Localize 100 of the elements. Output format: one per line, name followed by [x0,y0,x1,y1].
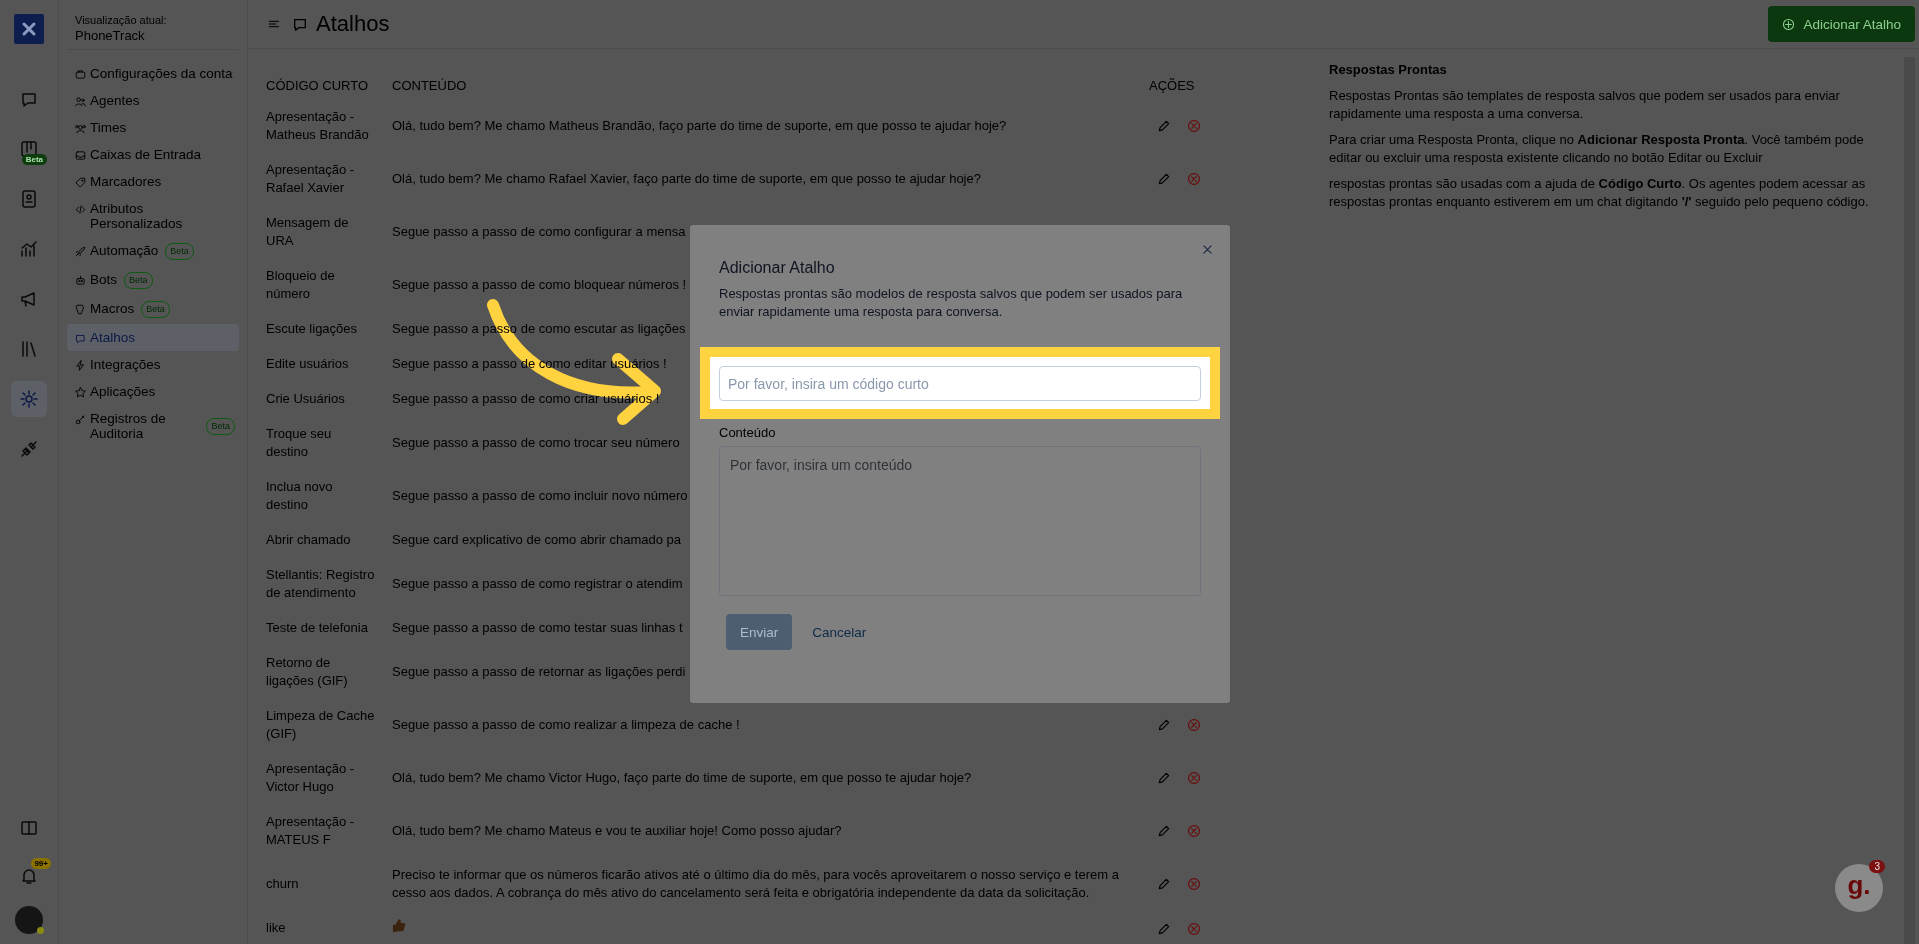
sidebar-item[interactable]: Marcadores [67,168,239,195]
edit-icon[interactable] [1157,172,1171,187]
sidebar-item[interactable]: Agentes [67,87,239,114]
delete-icon[interactable] [1187,771,1201,786]
text-area[interactable]: Por favor, insira um conteúdo [719,446,1201,596]
edit-icon[interactable] [1157,877,1171,892]
briefcase-icon [75,69,86,80]
table-cell-text: like [265,919,287,937]
table-cell-text: Bloqueio de número [265,266,336,303]
item-label: Times [90,120,127,135]
edit-icon[interactable] [1157,921,1171,936]
sidebar-item[interactable]: Configurações da conta [67,60,239,87]
count-badge: 3 [1869,860,1885,873]
widget-logo: g. [1847,872,1871,898]
item-label: Caixas de Entrada [90,147,202,162]
content-text: Olá, tudo bem? Me chamo Rafael Xavier, faço parte do time de suporte, em que posso te ajudar hoje? [392,170,981,186]
sidebar-item[interactable]: Macros Beta [67,295,239,324]
star-icon [75,387,86,398]
logo[interactable] [14,14,44,44]
bell-icon[interactable] [20,867,38,885]
chat-icon [75,333,86,344]
table-cell-text: Crie Usuários [265,389,346,408]
edit-icon[interactable] [1157,119,1171,134]
page-title: Atalhos [316,11,390,37]
table-cell-text: Apresentação - Matheus Brandão [265,107,370,144]
sidebar-item[interactable]: Atalhos [67,324,239,351]
close-icon[interactable] [1201,243,1214,256]
count-badge: 99+ [31,858,51,869]
avatar[interactable] [15,906,43,934]
content-text: Olá, tudo bem? Me chamo Victor Hugo, faço parte do time de suporte, em que posso te ajudar hoje? [392,769,972,785]
delete-icon[interactable] [1187,877,1201,892]
sidebar-item[interactable]: Automação Beta [67,237,239,266]
beta-badge: Beta [141,301,170,318]
menu-icon[interactable] [268,18,280,30]
content-text: Olá, tudo bem? Me chamo Mateus e vou te auxiliar hoje! Como posso ajudar? [392,822,842,838]
table-cell-text: churn [265,874,300,893]
content-text: Segue passo a passo de retornar as ligações perdi [392,663,686,679]
delete-icon[interactable] [1187,172,1201,187]
edit-icon[interactable] [1157,718,1171,733]
status-dot [37,927,44,934]
edit-icon[interactable] [1157,771,1171,786]
delete-icon[interactable] [1187,119,1201,134]
help-text: Respostas Prontas são templates de resposta salvos que podem ser usados para enviar rapidamente uma resposta a uma conversa. [1329,87,1841,123]
table-cell-text: Troque seu destino [265,424,333,461]
field-label: Conteúdo [719,425,777,440]
delete-icon[interactable] [1187,921,1201,936]
item-label: Registros de Auditoria [90,411,167,441]
thumbs-up-icon [392,918,406,933]
item-label: Marcadores [90,174,162,189]
item-label: Macros [90,301,135,316]
item-label: Automação [90,243,159,258]
chat-icon [20,90,38,108]
content-text: Segue passo a passo de como realizar a limpeza de cache ! [392,716,740,732]
input-field[interactable]: Por favor, insira um código curto [719,366,1201,401]
chat-icon [292,16,308,32]
sidebar-item[interactable]: Bots Beta [67,266,239,295]
table-cell-text: Abrir chamado [265,530,352,549]
edit-icon[interactable] [1157,824,1171,839]
nav-button[interactable]: Beta [11,131,47,167]
sidebar-item[interactable]: Registros de Auditoria Beta [67,405,239,447]
content-text: Segue passo a passo de como configurar a mensa [392,223,686,239]
dialog-description: Respostas prontas são modelos de resposta salvos que podem ser usados para enviar rapidamente uma resposta para conversa. [719,285,1184,321]
content-text: Segue passo a passo de como bloquear números ! [392,276,687,292]
content-text: Segue passo a passo de como incluir novo número [392,487,688,503]
item-label: Integrações [90,357,161,372]
content-text: Preciso te informar que os números ficarão ativos até o último dia do mês, para vocês aproveitarem o nosso serviço e terem a cesso aos dados. A cobrança do mês ativo do cancelamento será feita e obrigatória independente da data da solicitação. [392,866,1119,900]
nav-button[interactable] [11,381,47,417]
content-text: Segue passo a passo de como trocar seu número [392,434,680,450]
gem-icon [75,304,86,315]
library-icon [20,340,38,358]
content-text: Segue passo a passo de como testar suas linhas t [392,619,683,635]
table-cell-text: Escute ligações [265,319,359,338]
item-label: Agentes [90,93,140,108]
item-label: Configurações da conta [90,66,233,81]
inbox-icon [75,150,86,161]
sidebar-item[interactable]: Integrações [67,351,239,378]
board-icon [20,140,38,158]
chart-icon [20,240,38,258]
delete-icon[interactable] [1187,718,1201,733]
book-icon[interactable] [20,819,38,837]
content-text: Segue card explicativo de como abrir chamado pa [392,531,682,547]
item-label: Atalhos [90,330,136,345]
cancel-button[interactable]: Cancelar [812,624,867,640]
table-cell-text: Apresentação - Rafael Xavier [265,160,356,197]
sidebar-item[interactable]: Atributos Personalizados [67,195,239,237]
dialog-title: Adicionar Atalho [719,259,836,277]
sidebar-item[interactable]: Caixas de Entrada [67,141,239,168]
table-cell-text: Mensagem de URA [265,213,350,250]
beta-badge: Beta [206,417,235,435]
item-label: Bots [90,272,117,287]
sidebar-item[interactable]: Times [67,114,239,141]
help-title: Respostas Prontas [1329,61,1448,79]
sidebar-item[interactable]: Aplicações [67,378,239,405]
contact-icon [20,190,38,208]
delete-icon[interactable] [1187,824,1201,839]
table-cell-text: Teste de telefonia [265,618,369,637]
add-shortcut-button[interactable]: Adicionar Atalho [1768,6,1915,42]
plug-icon [20,440,38,458]
x-logo-icon [20,20,38,38]
bolt-icon [75,360,86,371]
